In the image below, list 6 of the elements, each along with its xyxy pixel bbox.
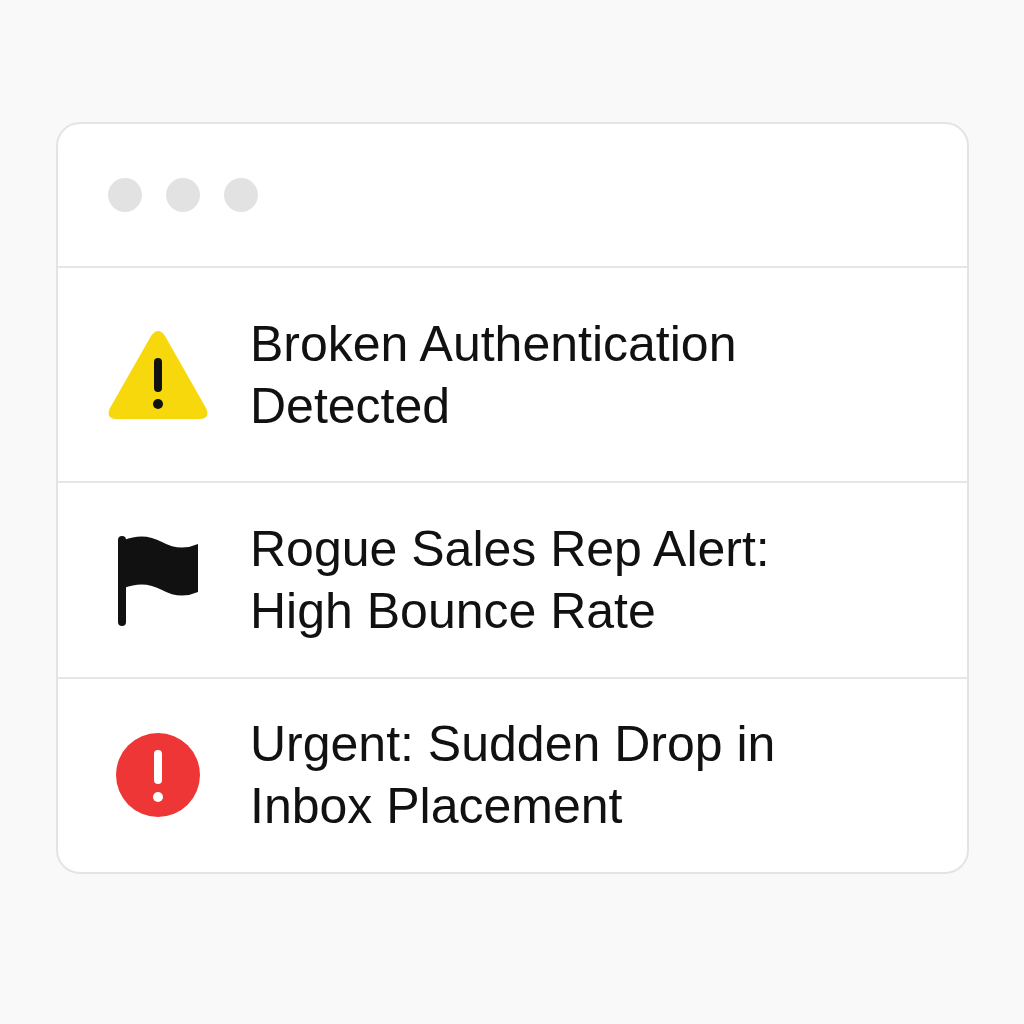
alert-title: Urgent: Sudden Drop in Inbox Placement [250, 715, 777, 837]
alert-title: Broken Authentication Detected [250, 314, 738, 436]
exclamation-circle-icon [115, 732, 201, 819]
alert-title: Rogue Sales Rep Alert: High Bounce Rate [250, 519, 771, 641]
flag-icon [116, 533, 200, 626]
warning-icon [107, 329, 209, 420]
